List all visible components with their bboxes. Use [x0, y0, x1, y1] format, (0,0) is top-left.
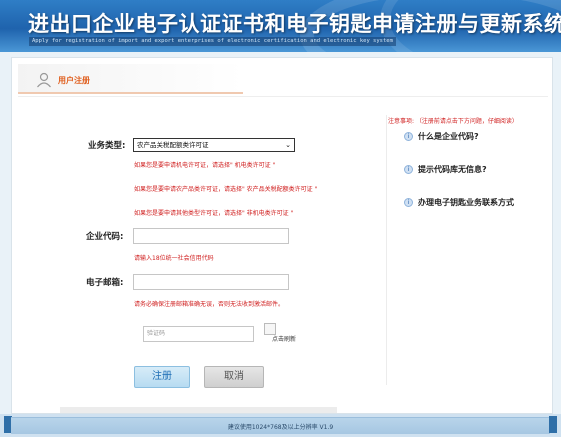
- user-icon: [37, 72, 51, 88]
- help-item-label: 提示代码库无信息?: [418, 164, 487, 174]
- company-code-hint: 请输入18位统一社会信用代码: [134, 255, 214, 262]
- help-item-company-code[interactable]: i 什么是企业代码?: [404, 130, 479, 142]
- business-type-value: 农产品关税配额类许可证: [137, 141, 209, 149]
- refresh-captcha-link[interactable]: 点击刷新: [272, 334, 296, 343]
- info-icon: i: [404, 164, 413, 174]
- column-divider: [386, 115, 387, 385]
- horizontal-scrollbar[interactable]: [60, 407, 337, 413]
- business-hint: 如果您是要申请农产品类许可证，请选择" 农产品关税配额类许可证 ": [134, 186, 318, 193]
- header-banner: 进出口企业电子认证证书和电子钥匙申请注册与更新系统 Apply for regi…: [0, 0, 561, 52]
- app-title: 进出口企业电子认证证书和电子钥匙申请注册与更新系统: [28, 12, 561, 36]
- footer-right-cap: [549, 416, 557, 433]
- chevron-down-icon: ⌄: [285, 141, 291, 149]
- notice-title: 注意事项: （注册前请点击下方问题，仔细阅读）: [388, 118, 518, 125]
- email-input[interactable]: [133, 274, 289, 290]
- captcha-input[interactable]: 验证码: [143, 326, 254, 342]
- app-subtitle: Apply for registration of import and exp…: [29, 37, 396, 46]
- footer-bar: 建议使用1024*768及以上分辨率 V1.9: [11, 417, 550, 434]
- info-icon: i: [404, 131, 413, 141]
- info-icon: i: [404, 197, 413, 207]
- email-hint: 请务必确保注册邮箱准确无误，否则无法收到激活邮件。: [134, 301, 285, 308]
- business-hint: 如果您是要申请机电许可证，请选择" 机电类许可证 ": [134, 162, 276, 169]
- tab-bar: 用户注册: [12, 58, 552, 98]
- footer-text: 建议使用1024*768及以上分辨率 V1.9: [227, 424, 334, 431]
- help-item-contact[interactable]: i 办理电子钥匙业务联系方式: [404, 196, 514, 208]
- company-code-label: 企业代码:: [86, 232, 124, 242]
- help-item-label: 办理电子钥匙业务联系方式: [418, 197, 514, 207]
- help-item-label: 什么是企业代码?: [418, 131, 479, 141]
- help-item-no-info[interactable]: i 提示代码库无信息?: [404, 163, 487, 175]
- business-type-label: 业务类型:: [88, 141, 126, 151]
- business-hint: 如果您是要申请其他类型许可证，请选择" 非机电类许可证 ": [134, 210, 294, 217]
- footer: 建议使用1024*768及以上分辨率 V1.9: [0, 414, 561, 437]
- email-label: 电子邮箱:: [86, 278, 124, 288]
- register-button[interactable]: 注册: [134, 366, 190, 388]
- tab-label: 用户注册: [58, 76, 90, 85]
- divider: [18, 96, 548, 97]
- business-type-select[interactable]: 农产品关税配额类许可证 ⌄: [133, 138, 295, 152]
- company-code-input[interactable]: [133, 228, 289, 244]
- cancel-button[interactable]: 取消: [204, 366, 264, 388]
